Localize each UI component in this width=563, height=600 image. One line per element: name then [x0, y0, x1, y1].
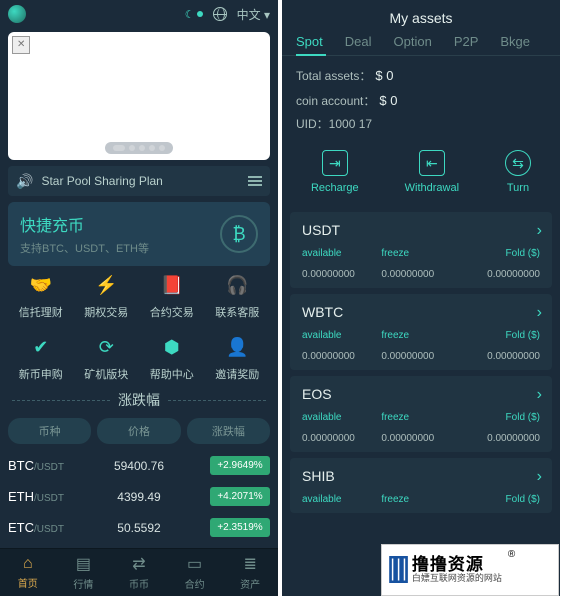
coin-account-value: $ 0 [379, 93, 397, 108]
menu-icon[interactable] [248, 176, 262, 186]
handshake-icon: 🤝 [28, 272, 54, 298]
grid-item-contract[interactable]: 📕合约交易 [139, 272, 205, 320]
feature-grid: 🤝信托理财 ⚡期权交易 📕合约交易 🎧联系客服 ✔新币申购 ⟳矿机版块 ⬢帮助中… [8, 272, 270, 382]
market-table-headers: 币种 价格 涨跌幅 [8, 418, 270, 444]
deposit-icon: ⇥ [322, 150, 348, 176]
withdraw-icon: ⇤ [419, 150, 445, 176]
document-icon: ▭ [187, 554, 202, 574]
exchange-icon: ⇄ [132, 554, 145, 574]
recharge-button[interactable]: ⇥Recharge [311, 150, 359, 194]
quick-deposit-sub: 支持BTC、USDT、ETH等 [20, 240, 149, 256]
transfer-button[interactable]: ⇆Turn [505, 150, 531, 194]
grid-item-invite[interactable]: 👤邀请奖励 [205, 334, 271, 382]
asset-tabs: Spot Deal Option P2P Bkge [282, 34, 560, 55]
account-summary: Total assets：$ 0 coin account：$ 0 UID：10… [282, 64, 560, 136]
asset-card-eos[interactable]: EOS › availablefreezeFold ($) 0.00000000… [290, 376, 552, 452]
book-icon: 📕 [159, 272, 185, 298]
uid-value: 1000 17 [329, 117, 372, 131]
chevron-right-icon: › [537, 222, 542, 240]
asset-actions: ⇥Recharge ⇤Withdrawal ⇆Turn [282, 136, 560, 206]
nav-home[interactable]: ⌂首页 [18, 555, 38, 590]
speaker-icon: 🔊 [16, 173, 33, 190]
watermark: ⫿⫿⫿ 撸撸资源 白嫖互联网资源的网站 ® [381, 544, 559, 596]
tab-bkge[interactable]: Bkge [500, 34, 530, 49]
check-circle-icon: ✔ [28, 334, 54, 360]
nav-trade[interactable]: ⇄币币 [129, 554, 149, 591]
globe-icon [213, 7, 227, 21]
transfer-icon: ⇆ [505, 150, 531, 176]
quick-deposit-card[interactable]: 快捷充币 支持BTC、USDT、ETH等 ₿ [8, 202, 270, 266]
tab-p2p[interactable]: P2P [454, 34, 479, 49]
market-row-etc[interactable]: ETC/USDT 50.5592 +2.3519% [8, 512, 270, 543]
phone-right: My assets Spot Deal Option P2P Bkge Tota… [282, 0, 560, 596]
refresh-icon: ⟳ [93, 334, 119, 360]
asset-card-shib[interactable]: SHIB › availablefreezeFold ($) [290, 458, 552, 513]
tab-spot[interactable]: Spot [296, 34, 323, 49]
grid-item-trust[interactable]: 🤝信托理财 [8, 272, 74, 320]
bitcoin-icon: ₿ [220, 215, 258, 253]
grid-item-mining[interactable]: ⟳矿机版块 [74, 334, 140, 382]
announcement-bar[interactable]: 🔊 Star Pool Sharing Plan [8, 166, 270, 196]
nav-markets[interactable]: ▤行情 [73, 554, 93, 591]
page-title: My assets [282, 0, 560, 34]
home-icon: ⌂ [23, 555, 33, 573]
lightning-icon: ⚡ [93, 272, 119, 298]
chevron-right-icon: › [537, 468, 542, 486]
total-assets-value: $ 0 [375, 68, 393, 83]
wallet-icon: ≣ [243, 554, 256, 574]
chevron-down-icon: ▾ [264, 8, 270, 22]
top-bar: ☾ 中文 ▾ [0, 0, 278, 28]
quick-deposit-title: 快捷充币 [20, 212, 149, 236]
asset-card-usdt[interactable]: USDT › availablefreezeFold ($) 0.0000000… [290, 212, 552, 288]
market-row-eth[interactable]: ETH/USDT 4399.49 +4.2071% [8, 481, 270, 512]
banner-carousel[interactable] [8, 32, 270, 160]
grid-item-newcoin[interactable]: ✔新币申购 [8, 334, 74, 382]
grid-item-options[interactable]: ⚡期权交易 [74, 272, 140, 320]
asset-card-wbtc[interactable]: WBTC › availablefreezeFold ($) 0.0000000… [290, 294, 552, 370]
phone-left: ☾ 中文 ▾ 🔊 Star Pool Sharing Plan [0, 0, 278, 596]
tab-deal[interactable]: Deal [345, 34, 372, 49]
withdrawal-button[interactable]: ⇤Withdrawal [405, 150, 459, 194]
headset-icon: 🎧 [224, 272, 250, 298]
chevron-right-icon: › [537, 386, 542, 404]
grid-item-support[interactable]: 🎧联系客服 [205, 272, 271, 320]
chart-icon: ▤ [76, 554, 91, 574]
announcement-text: Star Pool Sharing Plan [41, 174, 162, 188]
bottom-nav: ⌂首页 ▤行情 ⇄币币 ▭合约 ≣资产 [0, 548, 278, 596]
nav-assets[interactable]: ≣资产 [240, 554, 260, 591]
nav-futures[interactable]: ▭合约 [185, 554, 205, 591]
section-title: 涨跌幅 [118, 390, 160, 410]
market-row-btc[interactable]: BTC/USDT 59400.76 +2.9649% [8, 450, 270, 481]
moon-icon: ☾ [185, 8, 195, 21]
invite-icon: 👤 [224, 334, 250, 360]
watermark-logo-icon: ⫿⫿⫿ [388, 554, 406, 587]
cube-icon: ⬢ [159, 334, 185, 360]
carousel-dots [105, 142, 173, 154]
broken-image-icon [12, 36, 30, 54]
language-label: 中文 [237, 8, 261, 22]
tab-option[interactable]: Option [394, 34, 432, 49]
language-selector[interactable]: 中文 ▾ [237, 6, 270, 23]
section-divider: 涨跌幅 [12, 390, 266, 410]
chevron-right-icon: › [537, 304, 542, 322]
grid-item-help[interactable]: ⬢帮助中心 [139, 334, 205, 382]
night-mode-toggle[interactable]: ☾ [185, 8, 203, 21]
avatar[interactable] [8, 5, 26, 23]
